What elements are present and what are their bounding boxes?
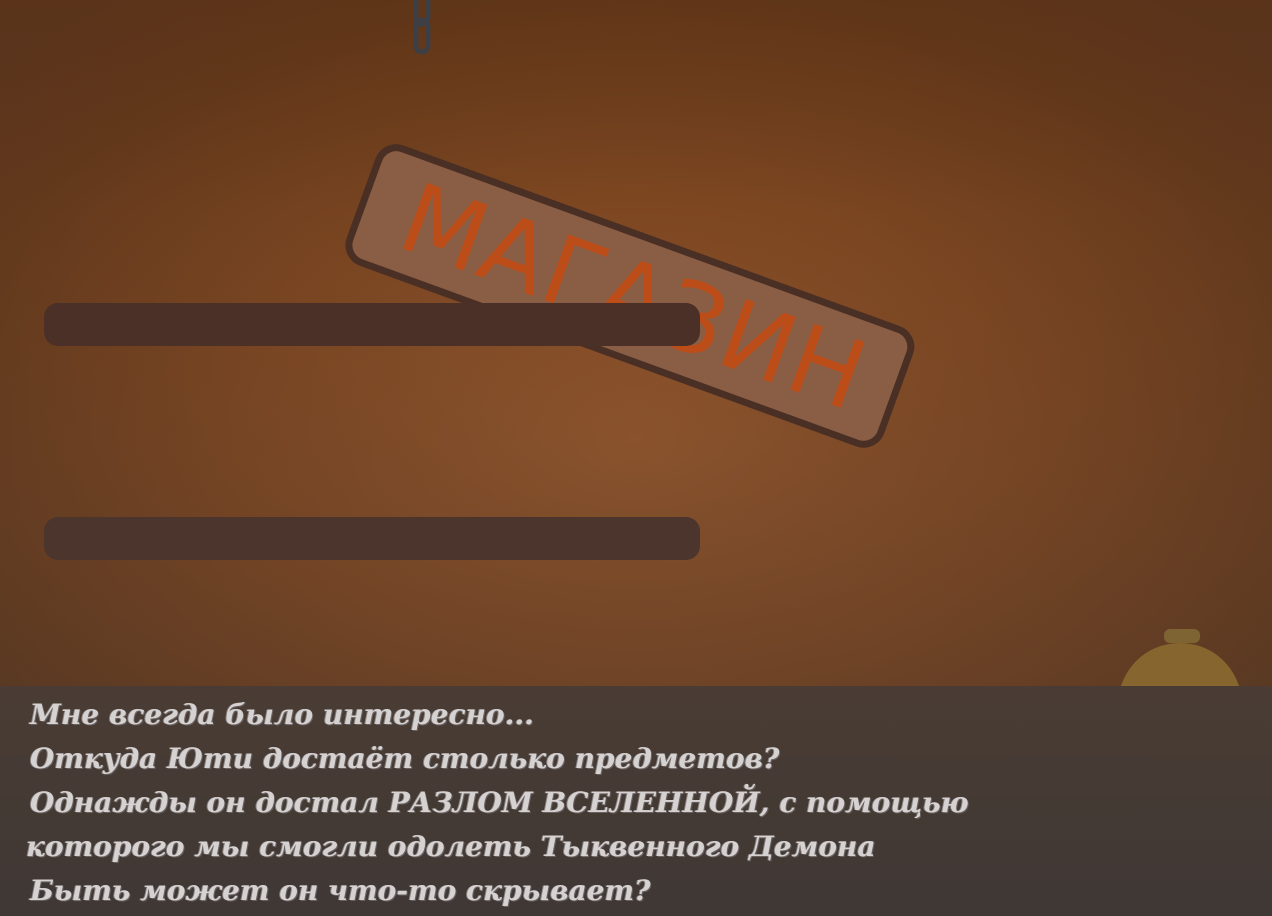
shop-scene: МАГАЗИН Мне всегда было интересно... Отк… (0, 0, 1272, 916)
top-shelf[interactable] (44, 303, 700, 346)
dialog-line: которого мы смогли одолеть Тыквенного Де… (26, 830, 876, 863)
shop-sign-title: МАГАЗИН (386, 161, 881, 433)
dialog-line: Быть может он что-то скрывает? (30, 874, 651, 907)
shop-sign: МАГАЗИН (339, 138, 921, 454)
dialog-box[interactable]: Мне всегда было интересно... Откуда Юти … (0, 686, 1272, 916)
dialog-line: Откуда Юти достаёт столько предметов? (30, 742, 780, 775)
dialog-line: Мне всегда было интересно... (30, 698, 534, 731)
bottom-shelf[interactable] (44, 517, 700, 560)
chain-icon (413, 0, 431, 55)
dialog-line: Однажды он достал РАЗЛОМ ВСЕЛЕННОЙ, с по… (30, 786, 969, 819)
